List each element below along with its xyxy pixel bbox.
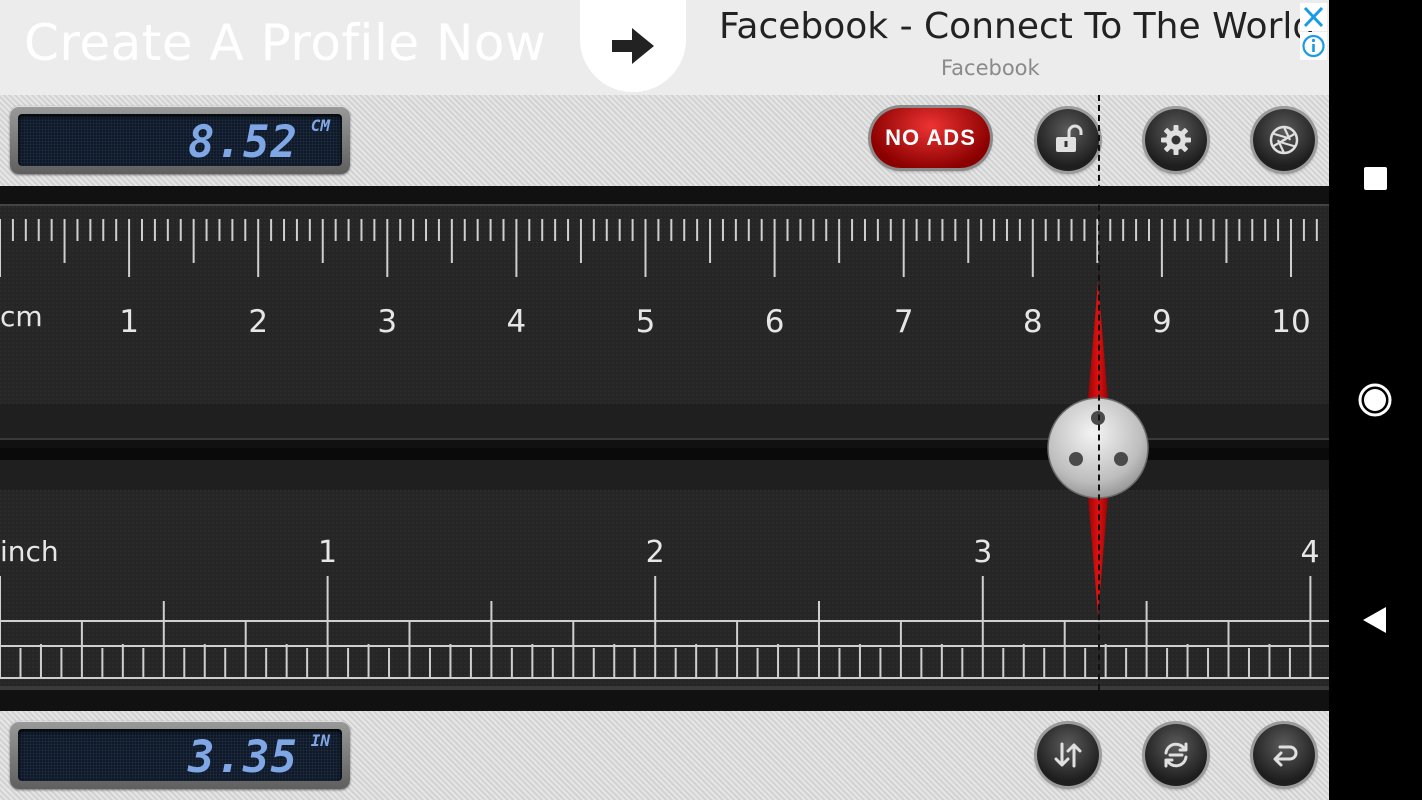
return-icon <box>1273 745 1298 767</box>
triangle-back-icon <box>1363 607 1386 633</box>
cm-ruler-edge <box>0 204 1329 206</box>
cm-label: 5 <box>636 304 656 340</box>
ad-close-button[interactable] <box>1300 3 1327 31</box>
arrow-right-icon <box>612 28 654 64</box>
cm-label: 2 <box>248 304 268 340</box>
home-button[interactable] <box>1355 380 1395 420</box>
gear-icon <box>1161 125 1191 155</box>
lock-button[interactable] <box>1037 109 1099 171</box>
system-nav-bar <box>1329 0 1422 800</box>
cm-label: 6 <box>765 304 785 340</box>
aperture-icon <box>1269 125 1299 155</box>
info-icon <box>1302 34 1325 58</box>
inch-label: 3 <box>973 535 992 570</box>
inch-display-unit: IN <box>310 731 330 750</box>
inch-unit-label: inch <box>0 535 59 568</box>
cm-label: 3 <box>377 304 397 340</box>
swap-arrows-icon <box>1054 742 1082 768</box>
ad-arrow-button[interactable] <box>580 0 686 92</box>
ad-title[interactable]: Facebook - Connect To The World <box>719 6 1315 47</box>
back-button[interactable] <box>1355 600 1395 640</box>
cm-display-unit: CM <box>310 116 330 135</box>
cm-label: 7 <box>894 304 914 340</box>
square-icon <box>1364 167 1387 190</box>
inch-ruler-body <box>0 460 1329 690</box>
cm-label: 8 <box>1023 304 1043 340</box>
inch-display-value: 3.35 <box>188 732 298 783</box>
top-toolbar: 8.52 CM NO ADS <box>0 95 1329 186</box>
inch-display: 3.35 IN <box>10 721 350 789</box>
return-button[interactable] <box>1253 724 1315 786</box>
bottom-toolbar: 3.35 IN <box>0 711 1329 800</box>
cm-label: 1 <box>119 304 139 340</box>
ad-source: Facebook <box>941 56 1040 80</box>
circle-icon <box>1358 383 1392 417</box>
cm-display: 8.52 CM <box>10 106 350 174</box>
cm-display-screen: 8.52 CM <box>18 114 342 168</box>
aperture-button[interactable] <box>1253 109 1315 171</box>
cm-ruler-body <box>0 205 1329 437</box>
ad-headline[interactable]: Create A Profile Now <box>24 14 546 72</box>
inch-ruler-edge <box>0 686 1329 690</box>
cm-label: 10 <box>1271 304 1310 340</box>
reset-button[interactable] <box>1145 724 1207 786</box>
swap-button[interactable] <box>1037 724 1099 786</box>
settings-button[interactable] <box>1145 109 1207 171</box>
cm-label: 9 <box>1152 304 1172 340</box>
recents-button[interactable] <box>1355 158 1395 198</box>
cm-unit-label: cm <box>0 300 43 333</box>
refresh-icon <box>1164 742 1188 768</box>
cm-label: 4 <box>507 304 527 340</box>
close-icon <box>1303 6 1324 28</box>
ruler-area[interactable]: 1 2 3 4 5 6 7 8 9 10 cm 1 2 3 4 inch <box>0 186 1329 711</box>
rulers[interactable]: 1 2 3 4 5 6 7 8 9 10 cm 1 2 3 4 inch <box>0 186 1329 711</box>
inch-label: 2 <box>646 535 665 570</box>
ad-banner[interactable]: Create A Profile Now Facebook - Connect … <box>0 0 1329 95</box>
no-ads-button[interactable]: NO ADS <box>871 108 990 168</box>
ad-info-button[interactable] <box>1300 32 1327 60</box>
inch-label: 4 <box>1300 535 1319 570</box>
unlock-icon <box>1056 124 1083 152</box>
cm-display-value: 8.52 <box>188 117 298 168</box>
knob-screw-2 <box>1069 452 1083 466</box>
knob-screw-3 <box>1114 452 1128 466</box>
inch-label: 1 <box>318 535 337 570</box>
inch-display-screen: 3.35 IN <box>18 729 342 783</box>
measure-guide-line <box>1098 95 1100 800</box>
